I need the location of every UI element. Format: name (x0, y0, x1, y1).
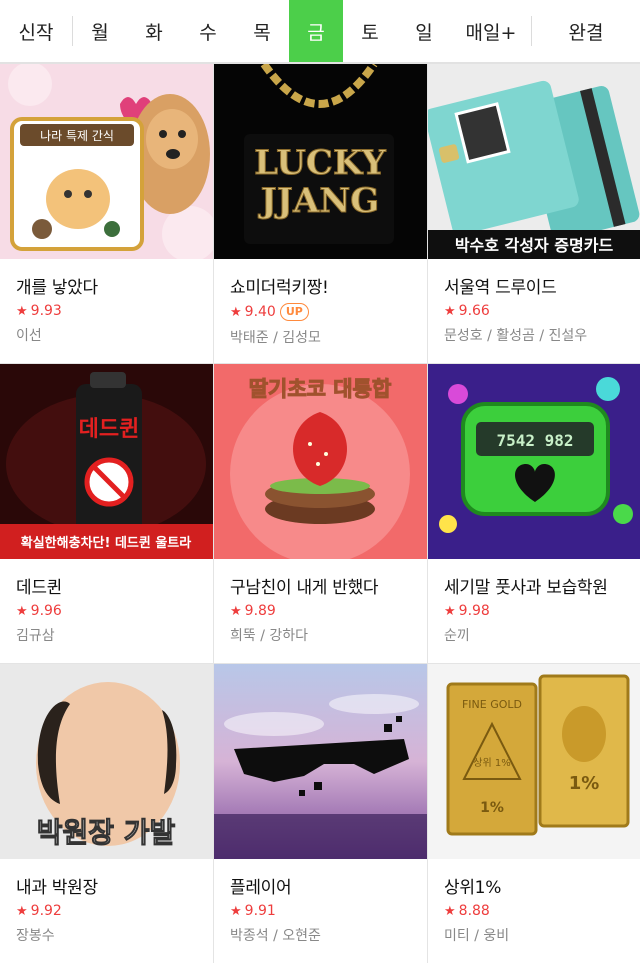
cover-text: 1% (480, 800, 504, 816)
cover-text: 딸기초코 대통합 (249, 377, 392, 401)
comic-card[interactable]: 딸기초코 대통합 구남친이 내게 반했다 ★ 9.89 희뚝 / 강하다 (214, 364, 427, 663)
comic-grid: 나라 특제 간식 개를 낳았다 ★ 9.93 이선 LUCKY JJANG 쇼미… (0, 64, 640, 963)
comic-rating: ★ 9.66 (444, 303, 640, 319)
comic-rating: ★ 9.91 (230, 903, 427, 919)
comic-author: 박종석 / 오현준 (230, 928, 321, 944)
comic-card[interactable]: FINE GOLD 상위 1% 1% 1% 상위1% ★ 8.88 미티 / 웅비 (428, 664, 640, 963)
comic-card[interactable]: 플레이어 ★ 9.91 박종석 / 오현준 (214, 664, 427, 963)
cover-text: 박수호 각성자 증명카드 (455, 236, 614, 255)
rating-value: 9.96 (30, 603, 62, 619)
star-icon: ★ (16, 603, 28, 619)
rating-value: 9.91 (244, 903, 276, 919)
tab-daily-plus[interactable]: 매일+ (451, 0, 531, 62)
comic-rating: ★ 9.96 (16, 603, 213, 619)
comic-card[interactable]: 나라 특제 간식 개를 낳았다 ★ 9.93 이선 (0, 64, 213, 363)
comic-title: 쇼미더럭키짱! (230, 278, 329, 298)
comic-thumbnail: FINE GOLD 상위 1% 1% 1% (428, 664, 640, 859)
comic-author: 김규삼 (16, 628, 55, 644)
cover-text: 상위 1% (473, 756, 510, 769)
rating-value: 9.93 (30, 303, 62, 319)
comic-author: 미티 / 웅비 (444, 928, 510, 944)
comic-thumbnail: 박수호 각성자 증명카드 (428, 64, 640, 259)
tab-completed[interactable]: 완결 (532, 0, 640, 62)
comic-title: 구남친이 내게 반했다 (230, 578, 379, 598)
comic-author: 박태준 / 김성모 (230, 330, 321, 346)
comic-rating: ★ 9.40 UP (230, 303, 427, 321)
cover-text: 데드퀸 (79, 417, 140, 442)
star-icon: ★ (16, 303, 28, 319)
rating-value: 9.40 (244, 304, 276, 320)
up-badge: UP (279, 303, 309, 321)
tab-sat[interactable]: 토 (343, 0, 397, 62)
rating-value: 9.92 (30, 903, 62, 919)
cover-text: 7542 982 (496, 431, 573, 450)
comic-card[interactable]: 박수호 각성자 증명카드 서울역 드루이드 ★ 9.66 문성호 / 활성곰 / … (428, 64, 640, 363)
star-icon: ★ (444, 903, 456, 919)
comic-rating: ★ 9.98 (444, 603, 640, 619)
tab-fri[interactable]: 금 (289, 0, 343, 62)
cover-text: 확실한해충차단! 데드퀸 울트라 (21, 535, 192, 551)
comic-thumbnail: 박원장 가발 (0, 664, 213, 859)
comic-author: 장봉수 (16, 928, 55, 944)
cover-text: JJANG (258, 181, 380, 221)
comic-title: 플레이어 (230, 878, 292, 898)
comic-thumbnail: 데드퀸 확실한해충차단! 데드퀸 울트라 (0, 364, 213, 559)
comic-rating: ★ 9.93 (16, 303, 213, 319)
comic-thumbnail: 나라 특제 간식 (0, 64, 213, 259)
rating-value: 9.98 (458, 603, 490, 619)
cover-text: FINE GOLD (462, 698, 522, 711)
cover-text: 1% (569, 773, 600, 794)
comic-thumbnail (214, 664, 427, 859)
comic-title: 개를 낳았다 (16, 278, 98, 298)
rating-value: 9.89 (244, 603, 276, 619)
rating-value: 9.66 (458, 303, 490, 319)
comic-rating: ★ 8.88 (444, 903, 640, 919)
tab-mon[interactable]: 월 (73, 0, 127, 62)
tab-thu[interactable]: 목 (235, 0, 289, 62)
tab-wed[interactable]: 수 (181, 0, 235, 62)
cover-text: 나라 특제 간식 (40, 129, 114, 143)
comic-title: 서울역 드루이드 (444, 278, 557, 298)
comic-author: 문성호 / 활성곰 / 진설우 (444, 328, 588, 344)
comic-rating: ★ 9.89 (230, 603, 427, 619)
comic-rating: ★ 9.92 (16, 903, 213, 919)
comic-author: 이선 (16, 328, 42, 344)
comic-card[interactable]: 박원장 가발 내과 박원장 ★ 9.92 장봉수 (0, 664, 213, 963)
cover-text: LUCKY (254, 143, 386, 183)
day-tab-bar: 신작 월 화 수 목 금 토 일 매일+ 완결 (0, 0, 640, 64)
tab-tue[interactable]: 화 (127, 0, 181, 62)
comic-title: 데드퀸 (16, 578, 63, 598)
cover-text: 박원장 가발 (37, 816, 176, 849)
star-icon: ★ (444, 603, 456, 619)
star-icon: ★ (16, 903, 28, 919)
comic-thumbnail: 7542 982 (428, 364, 640, 559)
tab-sun[interactable]: 일 (397, 0, 451, 62)
star-icon: ★ (230, 603, 242, 619)
comic-title: 상위1% (444, 878, 502, 898)
comic-author: 희뚝 / 강하다 (230, 628, 309, 644)
star-icon: ★ (230, 304, 242, 320)
comic-author: 순끼 (444, 628, 470, 644)
comic-thumbnail: LUCKY JJANG (214, 64, 427, 259)
comic-title: 세기말 풋사과 보습학원 (444, 578, 608, 598)
comic-thumbnail: 딸기초코 대통합 (214, 364, 427, 559)
comic-card[interactable]: 7542 982 세기말 풋사과 보습학원 ★ 9.98 순끼 (428, 364, 640, 663)
star-icon: ★ (230, 903, 242, 919)
star-icon: ★ (444, 303, 456, 319)
comic-card[interactable]: 데드퀸 확실한해충차단! 데드퀸 울트라 데드퀸 ★ 9.96 김규삼 (0, 364, 213, 663)
tab-new[interactable]: 신작 (0, 0, 72, 62)
rating-value: 8.88 (458, 903, 490, 919)
comic-card[interactable]: LUCKY JJANG 쇼미더럭키짱! ★ 9.40 UP 박태준 / 김성모 (214, 64, 427, 363)
comic-title: 내과 박원장 (16, 878, 98, 898)
